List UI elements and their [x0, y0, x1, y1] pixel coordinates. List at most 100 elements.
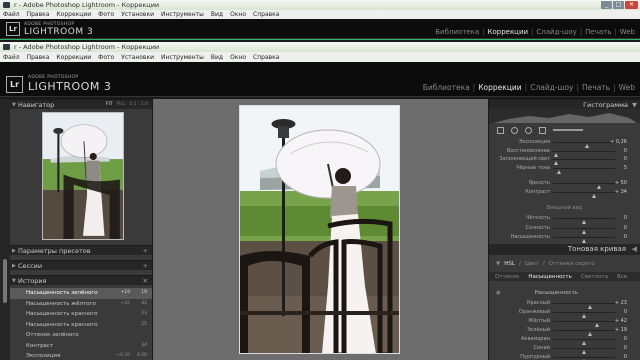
menu-item[interactable]: Правка: [27, 11, 50, 18]
tab-color[interactable]: Цвет: [525, 261, 539, 267]
menu-item[interactable]: Файл: [3, 11, 20, 18]
menu-item[interactable]: Коррекции: [56, 11, 91, 18]
slider-value[interactable]: 0: [624, 309, 627, 315]
module-2[interactable]: Слайд-шоу: [530, 83, 573, 92]
module-separator: |: [614, 28, 617, 36]
slider-track[interactable]: [553, 167, 615, 174]
slider-value[interactable]: + 50: [615, 180, 627, 186]
history-item[interactable]: Насыщенность красного - 23: [10, 309, 152, 320]
minimize-button[interactable]: _: [601, 1, 612, 9]
module-3[interactable]: Печать: [585, 28, 611, 36]
slider-track[interactable]: [553, 321, 615, 327]
target-adjust-icon[interactable]: ◉: [496, 290, 501, 296]
navigator-header[interactable]: ▼ Навигатор FIT FILL 1:1 1:4: [10, 99, 152, 109]
slider-value[interactable]: + 19: [615, 327, 627, 333]
slider-value[interactable]: 0: [624, 354, 627, 360]
history-item[interactable]: Контраст 34: [10, 341, 152, 352]
red-eye-icon[interactable]: [525, 126, 532, 134]
histogram-header[interactable]: Гистограмма ▼: [489, 99, 640, 109]
menu-item[interactable]: Справка: [253, 54, 279, 61]
history-item[interactable]: Экспозиция +0.39 0.26: [10, 351, 152, 360]
slider-value[interactable]: 0: [624, 345, 627, 351]
slider-value[interactable]: 0: [624, 215, 627, 221]
slider-row: Чёткость 0: [489, 214, 640, 224]
module-3[interactable]: Печать: [582, 83, 610, 92]
slider-track[interactable]: [553, 339, 615, 345]
menu-item[interactable]: Окно: [230, 54, 246, 61]
subtab-saturation[interactable]: Насыщенность: [528, 274, 571, 280]
module-2[interactable]: Слайд-шоу: [536, 28, 576, 36]
graduated-filter-icon[interactable]: [539, 126, 546, 134]
slider-track[interactable]: [553, 303, 615, 309]
clear-history-icon[interactable]: ✕: [143, 276, 148, 286]
slider-track[interactable]: [553, 312, 615, 318]
spot-removal-icon[interactable]: [511, 126, 518, 134]
menu-item[interactable]: Установки: [121, 54, 154, 61]
menu-item[interactable]: Вид: [211, 11, 223, 18]
slider-value[interactable]: 0: [624, 225, 627, 231]
module-0[interactable]: Библиотека: [423, 83, 470, 92]
subtab-hue[interactable]: Оттенок: [495, 274, 519, 280]
menu-item[interactable]: Окно: [230, 11, 246, 18]
history-item[interactable]: Насыщенность жёлтого +42 42: [10, 299, 152, 310]
history-item[interactable]: Оттенок зелёного: [10, 330, 152, 341]
menu-item[interactable]: Установки: [121, 11, 154, 18]
history-header[interactable]: ▼ История ✕: [10, 275, 152, 285]
slider-value[interactable]: 0: [624, 156, 627, 162]
slider-track[interactable]: [553, 142, 615, 148]
subtab-luminance[interactable]: Светлота: [581, 274, 608, 280]
adjustment-brush-icon[interactable]: [553, 129, 583, 131]
add-preset-icon[interactable]: +: [143, 246, 148, 256]
slider-value[interactable]: + 23: [615, 300, 627, 306]
module-4[interactable]: Web: [619, 83, 635, 92]
sessions-header[interactable]: ▶ Сессии +: [10, 260, 152, 270]
crop-tool-icon[interactable]: [497, 126, 504, 134]
slider-value[interactable]: 5: [624, 165, 627, 171]
slider-track[interactable]: [553, 227, 615, 234]
slider-track[interactable]: [553, 357, 615, 360]
slider-knob[interactable]: [592, 194, 597, 198]
maximize-button[interactable]: □: [613, 1, 624, 9]
slider-value[interactable]: 0: [624, 336, 627, 342]
tone-curve-header[interactable]: Тоновая кривая ◀: [489, 244, 640, 255]
slider-track[interactable]: [553, 218, 615, 224]
slider-track[interactable]: [553, 237, 615, 243]
slider-value[interactable]: + 34: [615, 189, 627, 195]
slider-knob[interactable]: [556, 169, 561, 174]
slider-track[interactable]: [553, 348, 615, 354]
history-item[interactable]: Насыщенность красного 25: [10, 320, 152, 331]
slider-value[interactable]: + 0,26: [610, 139, 627, 145]
menu-item[interactable]: Инструменты: [161, 54, 204, 61]
slider-value[interactable]: 0: [624, 148, 627, 154]
history-item[interactable]: Насыщенность зелёного +19 19: [10, 288, 152, 299]
menu-item[interactable]: Файл: [3, 54, 20, 61]
slider-track[interactable]: [553, 330, 615, 336]
menu-item[interactable]: Вид: [211, 54, 223, 61]
slider-track[interactable]: [553, 192, 615, 198]
menu-item[interactable]: Фото: [98, 54, 114, 61]
tab-grayscale[interactable]: Оттенки серого: [549, 261, 595, 267]
main-photo[interactable]: [239, 105, 400, 354]
scrollbar-thumb[interactable]: [3, 259, 7, 303]
menu-item[interactable]: Справка: [253, 11, 279, 18]
add-session-icon[interactable]: +: [143, 261, 148, 271]
module-0[interactable]: Библиотека: [435, 28, 479, 36]
module-1[interactable]: Коррекции: [488, 28, 529, 36]
module-4[interactable]: Web: [620, 28, 635, 36]
menu-item[interactable]: Инструменты: [161, 11, 204, 18]
menu-item[interactable]: Фото: [98, 11, 114, 18]
slider-track[interactable]: [553, 159, 615, 165]
close-button[interactable]: ✕: [625, 1, 638, 9]
slider-knob[interactable]: [581, 239, 586, 243]
navigator-thumbnail[interactable]: [42, 112, 124, 240]
menu-item[interactable]: Коррекции: [56, 54, 91, 61]
slider-value[interactable]: + 42: [615, 318, 627, 324]
slider-value[interactable]: 0: [624, 234, 627, 240]
tab-hsl[interactable]: HSL: [504, 261, 515, 267]
subtab-all[interactable]: Все: [617, 274, 627, 280]
presets-header[interactable]: ▶ Параметры пресетов +: [10, 245, 152, 255]
slider-track[interactable]: [553, 150, 615, 157]
slider-track[interactable]: [553, 183, 615, 189]
module-1[interactable]: Коррекции: [478, 83, 521, 92]
menu-item[interactable]: Правка: [27, 54, 50, 61]
